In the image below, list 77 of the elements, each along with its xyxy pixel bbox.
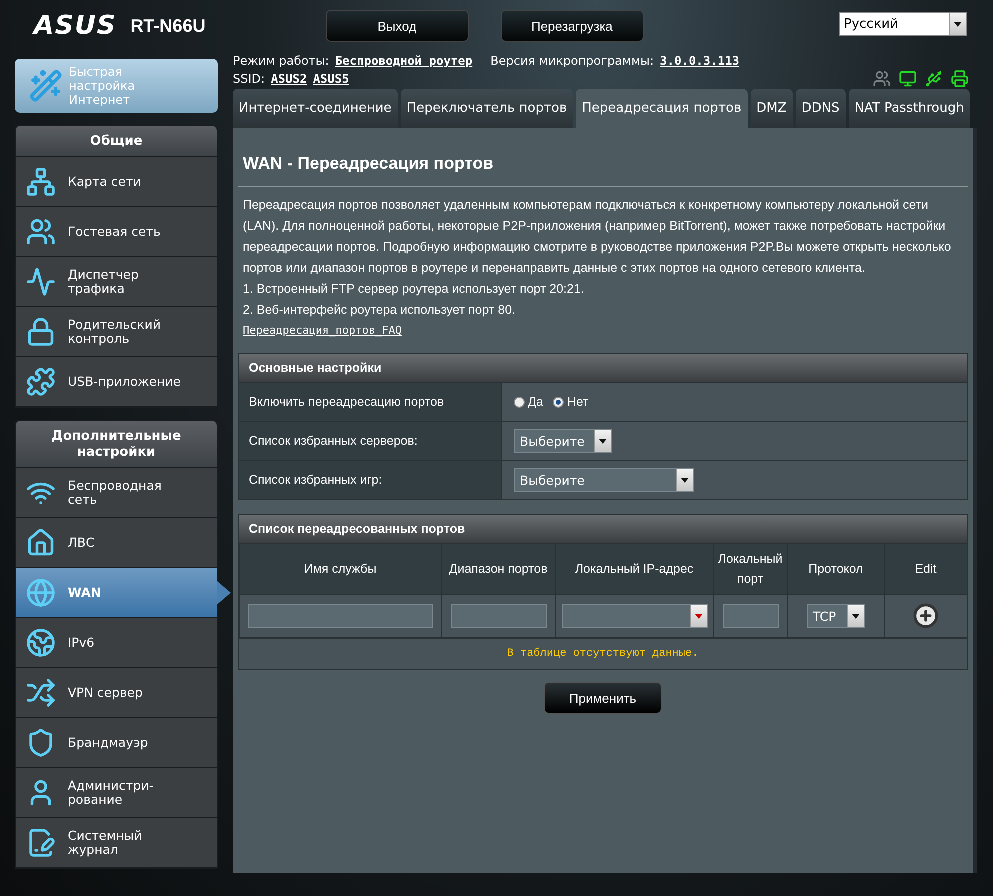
menu-item[interactable]: Администри-рование [16,768,217,818]
menu-item[interactable]: Системный журнал [16,818,217,868]
menu-heading: Общие [16,126,217,157]
menu-item[interactable]: Гостевая сеть [16,207,217,257]
menu-item[interactable]: Брандмауэр [16,718,217,768]
mode-link[interactable]: Беспроводной роутер [335,54,473,68]
radio-button[interactable] [514,396,525,408]
chart-icon [26,266,56,296]
mode-label: Режим работы: [233,54,330,68]
users-icon[interactable] [873,70,891,88]
column-header: Протокол [787,543,884,594]
menu-item[interactable]: Карта сети [16,157,217,207]
magic-wand-icon [29,69,63,103]
column-header: Имя службы [239,543,441,594]
menu-item[interactable]: VPN сервер [16,668,217,718]
header-button[interactable]: Перезагрузка [500,10,644,42]
add-icon[interactable] [913,603,939,629]
service-name-field[interactable] [248,604,433,628]
globe-icon [26,578,56,608]
house-icon [26,528,56,558]
dropdown[interactable]: Выберите [514,468,694,492]
monitor-icon[interactable] [899,70,917,88]
column-header: Локальный IP-адрес [555,543,713,594]
empty-table-message: В таблице отсутствуют данные. [239,637,967,669]
network-icon [26,166,56,196]
puzzle-icon [26,366,56,396]
local-port-field[interactable] [722,604,778,628]
column-header: Диапазон портов [441,543,555,594]
section-header: Список переадресованных портов [239,515,967,543]
menu-item[interactable]: Родительский контроль [16,307,217,357]
tab[interactable]: NAT Passthrough [848,89,970,128]
menu-item[interactable]: Диспетчер трафика [16,257,217,307]
description-text: Переадресация портов позволяет удаленным компьютерам подключаться к конкретному компьютеру локальной сети (LAN). Для полноценной работы, некоторые P2P-приложения (например BitTorrent), может также потребовать настройки переадресации портов. Подробную информацию смотрите в руководстве приложения P2P.Вы можете открыть несколько портов или диапазон портов в роутере и перенаправить данные с этих портов на одного сетевого клиента. [243,197,952,277]
port-range-field[interactable] [450,604,546,628]
note-text: 1. Встроенный FTP сервер роутера использует порт 20:21. [243,281,586,298]
firmware-label: Версия микропрограммы: [490,54,654,68]
radio-button[interactable] [553,396,564,408]
setting-label: Список избранных серверов: [239,422,501,460]
setting-label: Список избранных игр: [239,461,501,499]
ssid-link[interactable]: ASUS2 [271,72,308,86]
column-header: Edit [884,543,967,594]
note-text: 2. Веб-интерфейс роутера использует порт 80. [243,302,517,319]
firmware-link[interactable]: 3.0.0.3.113 [660,54,740,68]
logo: ASUS [34,11,117,41]
menu-item[interactable]: Беспроводная сеть [16,468,217,518]
ssid-label: SSID: [233,72,266,86]
ip-address-dropdown[interactable] [562,604,708,628]
apply-button[interactable]: Применить [544,682,662,714]
arrows-icon [26,678,56,708]
menu-item[interactable]: USB-приложение [16,357,217,407]
column-header: Локальный порт [713,543,787,594]
setting-label: Включить переадресацию портов [239,383,501,421]
printer-icon[interactable] [951,70,969,88]
pointer-icon [217,581,231,605]
page-title: WAN - Переадресация портов [238,144,968,187]
model-name: RT-N66U [130,16,206,36]
tab[interactable]: Переадресация портов [576,89,748,128]
usb-icon[interactable] [925,70,943,88]
menu-item[interactable]: IPv6 [16,618,217,668]
radio-option[interactable]: Да [514,395,544,409]
ssid-link[interactable]: ASUS5 [313,72,350,86]
section-header: Основные настройки [239,354,967,382]
lock-icon [26,316,56,346]
radio-option[interactable]: Нет [553,395,589,409]
globe-icon [26,628,56,658]
dropdown[interactable]: Выберите [514,429,612,453]
tab[interactable]: Интернет-соединение [233,89,398,128]
language-select[interactable]: Русский [839,12,967,36]
tab[interactable]: DDNS [796,89,846,128]
menu-item[interactable]: ЛВС [16,518,217,568]
users-icon [26,216,56,246]
menu-heading: Дополнительные настройки [16,421,217,468]
tab[interactable]: Переключатель портов [400,89,574,128]
tab[interactable]: DMZ [750,89,793,128]
header-button[interactable]: Выход [326,10,469,42]
dropdown[interactable]: TCP [807,604,865,628]
faq-link[interactable]: Переадресация_портов_FAQ [243,324,402,337]
